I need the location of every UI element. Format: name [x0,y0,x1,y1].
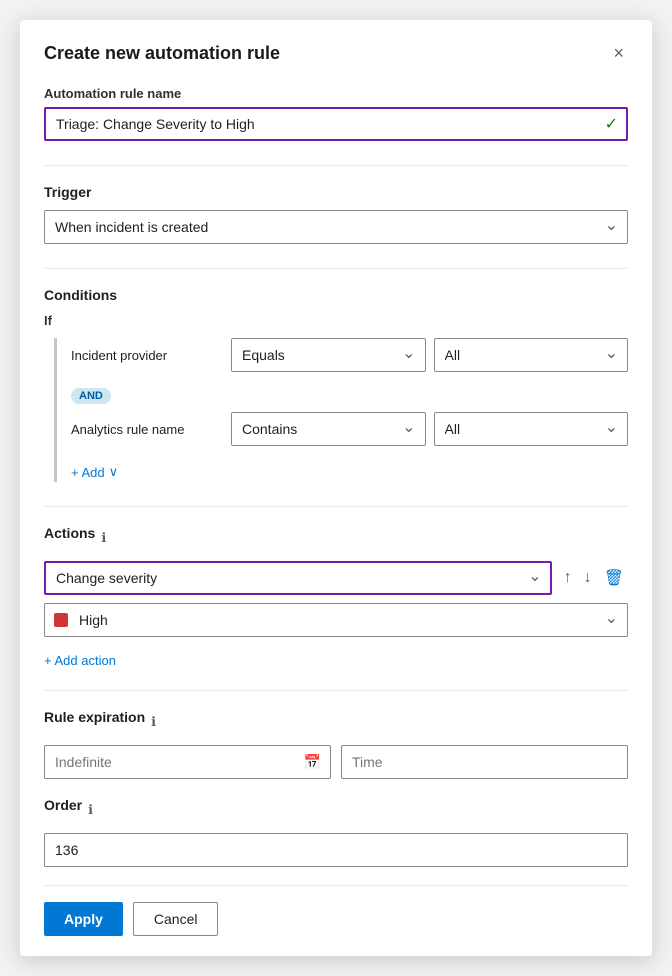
footer: Apply Cancel [44,885,628,936]
condition-row-1: Incident provider Equals Does not equal … [71,338,628,372]
rule-name-label: Automation rule name [44,86,628,101]
condition-row-2: Analytics rule name Contains Does not co… [71,412,628,446]
move-up-button[interactable]: ↑ [560,567,576,589]
expiration-fields-row: 📅 [44,745,628,779]
apply-button[interactable]: Apply [44,902,123,936]
order-input[interactable] [44,833,628,867]
expiration-time-wrap [341,745,628,779]
trigger-select[interactable]: When incident is created When incident i… [44,210,628,244]
close-button[interactable]: × [609,40,628,66]
operator-select-2[interactable]: Contains Does not contain [231,412,426,446]
trigger-section: Trigger When incident is created When in… [44,184,628,244]
severity-select[interactable]: High Medium Low Informational [44,603,628,637]
condition-selects-2: Contains Does not contain All [231,412,628,446]
rule-name-section: Automation rule name ✓ [44,86,628,141]
move-down-button[interactable]: ↓ [580,567,596,589]
divider-4 [44,690,628,691]
expiration-time-input[interactable] [341,745,628,779]
order-label: Order [44,797,82,813]
expiration-label: Rule expiration [44,709,145,725]
up-arrow-icon: ↑ [564,569,572,586]
trash-icon: 🗑 [604,570,624,587]
order-label-row: Order ℹ [44,797,628,823]
expiration-label-row: Rule expiration ℹ [44,709,628,735]
down-arrow-icon: ↓ [584,569,592,586]
severity-select-wrapper: High Medium Low Informational [44,603,628,637]
chevron-down-icon: ∨ [109,464,119,480]
expiration-date-input[interactable] [44,745,331,779]
order-info-icon: ℹ [88,802,93,818]
severity-row: High Medium Low Informational [44,603,628,637]
value-select-1[interactable]: All Microsoft [434,338,629,372]
rule-name-input[interactable] [44,107,628,141]
order-section: Order ℹ [44,797,628,867]
add-action-button[interactable]: + Add action [44,653,116,668]
delete-action-button[interactable]: 🗑 [600,566,628,590]
operator-select-1[interactable]: Equals Does not equal [231,338,426,372]
expiration-date-wrap: 📅 [44,745,331,779]
if-label: If [44,313,628,328]
conditions-block: Incident provider Equals Does not equal … [54,338,628,482]
add-action-label: + Add action [44,653,116,668]
value-select-wrapper-2: All [434,412,629,446]
and-badge: AND [71,382,628,412]
trigger-select-wrapper: When incident is created When incident i… [44,210,628,244]
condition-name-1: Incident provider [71,348,221,363]
action-select-row: Change severity Change status Assign own… [44,561,628,595]
rule-expiration-section: Rule expiration ℹ 📅 [44,709,628,779]
actions-label-row: Actions ℹ [44,525,628,551]
actions-section: Actions ℹ Change severity Change status … [44,525,628,670]
action-select[interactable]: Change severity Change status Assign own… [44,561,552,595]
expiration-info-icon: ℹ [151,714,156,730]
operator-select-wrapper-2: Contains Does not contain [231,412,426,446]
action-icons: ↑ ↓ 🗑 [560,566,628,590]
conditions-section: Conditions If Incident provider Equals D… [44,287,628,482]
conditions-label: Conditions [44,287,628,303]
create-automation-dialog: Create new automation rule × Automation … [20,20,652,956]
add-condition-label: + Add [71,465,105,480]
divider-1 [44,165,628,166]
dialog-title: Create new automation rule [44,43,280,64]
action-select-wrapper: Change severity Change status Assign own… [44,561,552,595]
condition-selects-1: Equals Does not equal All Microsoft [231,338,628,372]
actions-info-icon: ℹ [101,530,106,546]
actions-label: Actions [44,525,95,541]
rule-name-input-wrap: ✓ [44,107,628,141]
operator-select-wrapper-1: Equals Does not equal [231,338,426,372]
trigger-label: Trigger [44,184,628,200]
value-select-wrapper-1: All Microsoft [434,338,629,372]
divider-3 [44,506,628,507]
checkmark-icon: ✓ [605,114,618,134]
cancel-button[interactable]: Cancel [133,902,219,936]
value-select-2[interactable]: All [434,412,629,446]
dialog-header: Create new automation rule × [44,40,628,66]
add-condition-button[interactable]: + Add ∨ [71,464,118,480]
condition-name-2: Analytics rule name [71,422,221,437]
divider-2 [44,268,628,269]
